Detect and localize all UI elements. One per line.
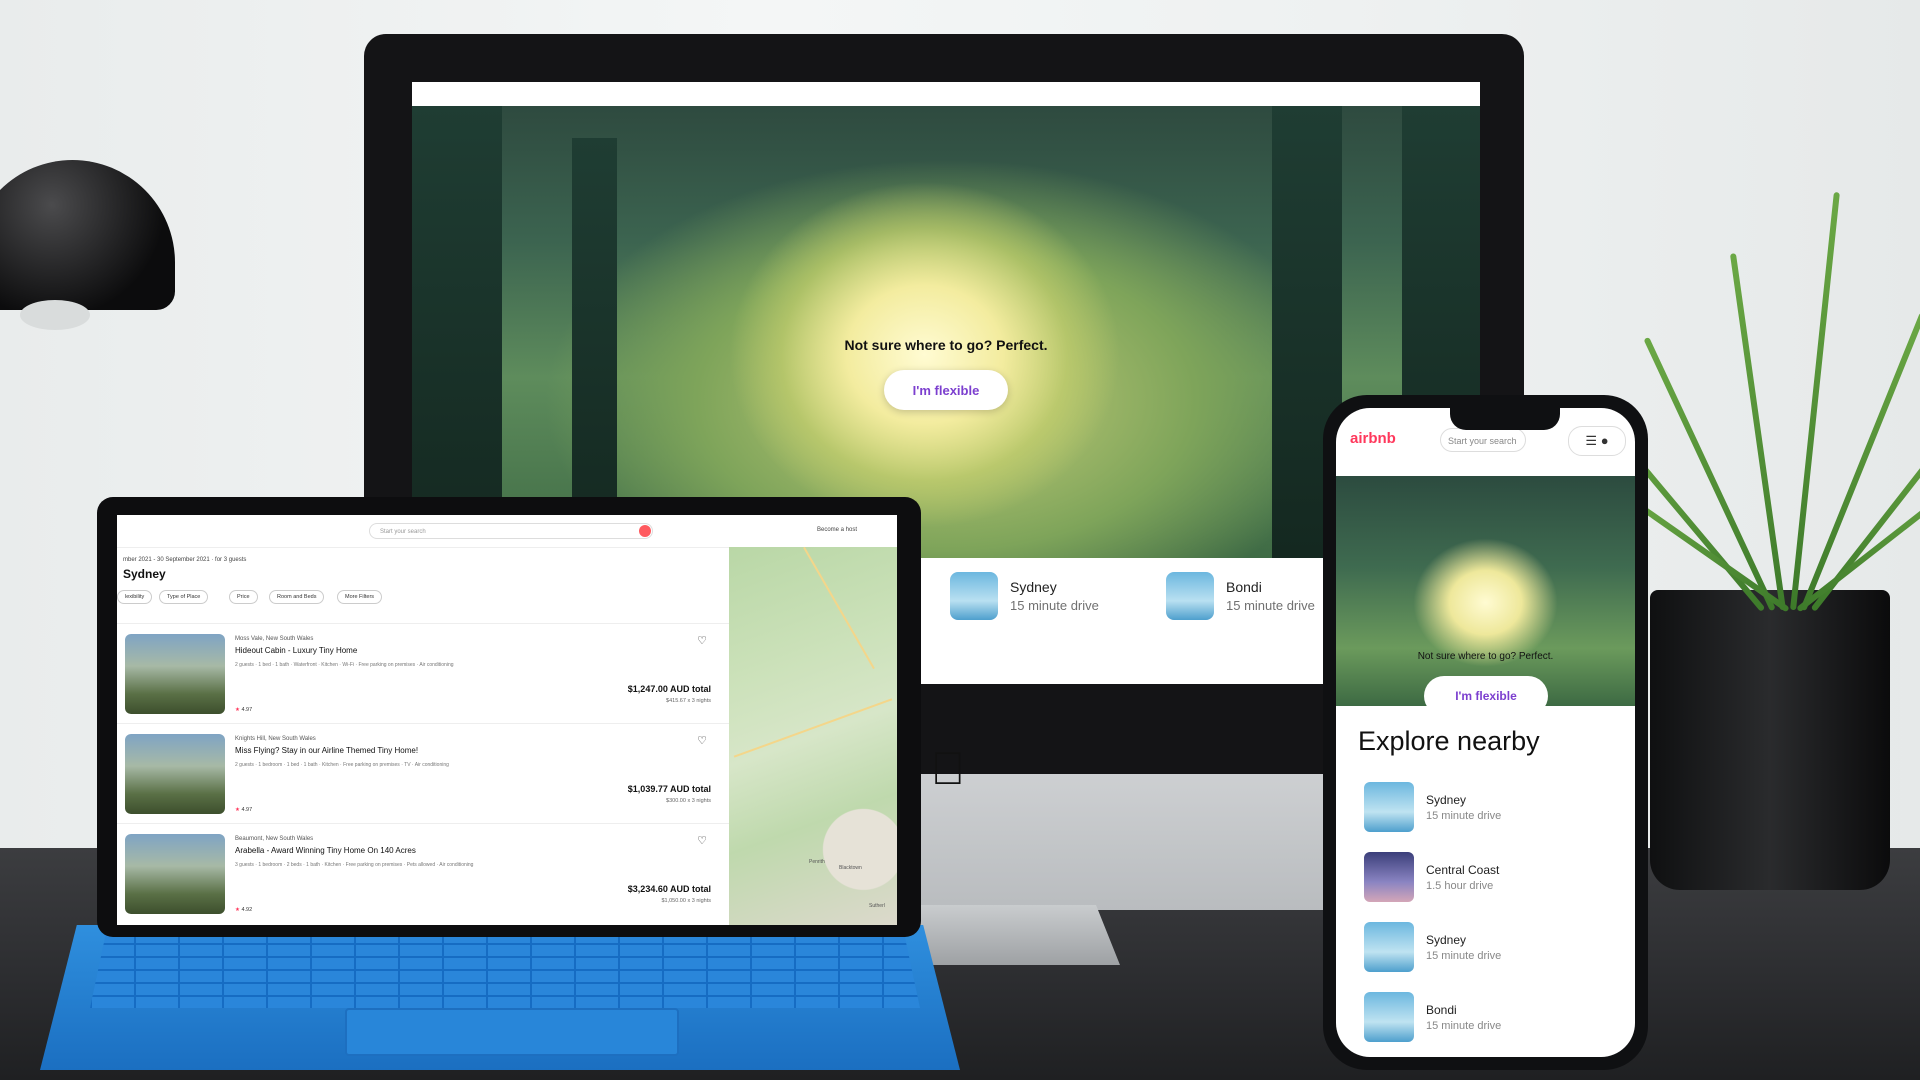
nearby-item[interactable]: Bondi 15 minute drive (1166, 572, 1315, 620)
plant-leaves (1600, 150, 1920, 613)
destination-name: Bondi (1426, 1002, 1457, 1017)
nearby-item[interactable]: Sydney 15 minute drive (1364, 922, 1501, 972)
hero-text: Not sure where to go? Perfect. (844, 337, 1048, 353)
tablet-header: Start your search Become a host (117, 515, 897, 548)
map-label: Sutherl (869, 903, 885, 909)
nearby-item[interactable]: Sydney 15 minute drive (1364, 782, 1501, 832)
filter-type-of-place[interactable]: Type of Place (159, 590, 209, 604)
destination-distance: 15 minute drive (1426, 1019, 1502, 1032)
listing-details: 3 guests · 1 bedroom · 2 beds · 1 bath ·… (235, 862, 474, 868)
listing-card[interactable]: Moss Vale, New South Wales Hideout Cabin… (117, 623, 729, 724)
listing-photo[interactable] (125, 734, 225, 814)
phone-screen: airbnb Start your search ☰ ● Not sure wh… (1336, 408, 1635, 1057)
keyboard-keys (90, 930, 920, 1008)
listing-rating: 4.97 (235, 807, 252, 813)
destination-thumbnail (1364, 782, 1414, 832)
plant-pot (1650, 590, 1890, 890)
destination-distance: 15 minute drive (1426, 809, 1502, 822)
destination-name: Sydney (1426, 932, 1467, 947)
imac-header (412, 82, 1480, 106)
nearby-item[interactable]: Sydney 15 minute drive (950, 572, 1099, 620)
destination-thumbnail (1364, 992, 1414, 1042)
destination-thumbnail (1166, 572, 1214, 620)
destination-distance: 1.5 hour drive (1426, 879, 1494, 892)
listing-nightly: $1,050.00 x 3 nights (661, 898, 711, 904)
listing-title[interactable]: Arabella - Award Winning Tiny Home On 14… (235, 846, 416, 855)
destination-thumbnail (1364, 922, 1414, 972)
listing-nightly: $415.67 x 3 nights (666, 698, 711, 704)
apple-logo-icon:  (928, 745, 968, 791)
map-label: Penrith (809, 859, 825, 865)
destination-distance: 15 minute drive (1226, 598, 1315, 613)
listing-location: Moss Vale, New South Wales (235, 636, 314, 642)
listing-location: Knights Hill, New South Wales (235, 736, 316, 742)
heart-icon[interactable]: ♡ (697, 834, 707, 847)
search-input[interactable]: Start your search (369, 523, 653, 539)
trackpad (345, 1008, 679, 1056)
listing-photo[interactable] (125, 834, 225, 914)
listing-card[interactable]: Beaumont, New South Wales Arabella - Awa… (117, 823, 729, 924)
filter-room-and-beds[interactable]: Room and Beds (269, 590, 325, 604)
destination-distance: 15 minute drive (1426, 949, 1502, 962)
phone-notch (1450, 400, 1560, 430)
explore-nearby-heading: Explore nearby (1358, 726, 1540, 756)
hero-banner (412, 106, 1480, 558)
listing-card[interactable]: Knights Hill, New South Wales Miss Flyin… (117, 723, 729, 824)
listing-nightly: $300.00 x 3 nights (666, 798, 711, 804)
user-icon: ● (1600, 433, 1609, 448)
listing-location: Beaumont, New South Wales (235, 836, 314, 842)
listing-photo[interactable] (125, 634, 225, 714)
nearby-item[interactable]: Central Coast 1.5 hour drive (1364, 852, 1499, 902)
listing-title[interactable]: Miss Flying? Stay in our Airline Themed … (235, 746, 418, 755)
im-flexible-button[interactable]: I'm flexible (884, 370, 1008, 410)
map-label: Blacktown (839, 865, 862, 871)
hero-text: Not sure where to go? Perfect. (1417, 651, 1554, 662)
search-icon[interactable] (639, 525, 651, 537)
listing-details: 2 guests · 1 bed · 1 bath · Waterfront ·… (235, 662, 454, 668)
search-dates: mber 2021 - 30 September 2021 · for 3 gu… (123, 557, 247, 563)
menu-icon: ☰ (1585, 433, 1598, 448)
lamp-bulb (20, 300, 90, 330)
results-map[interactable]: Penrith Blacktown Sutherl (729, 546, 897, 925)
listing-total: $1,039.77 AUD total (627, 784, 711, 794)
filter-flexibility[interactable]: lexibility (117, 590, 153, 604)
destination-name: Sydney (1010, 579, 1057, 595)
destination-name: Central Coast (1426, 862, 1500, 877)
hero-banner: Not sure where to go? Perfect. I'm flexi… (1336, 476, 1635, 716)
destination-distance: 15 minute drive (1010, 598, 1099, 613)
destination-name: Bondi (1226, 579, 1262, 595)
filter-price[interactable]: Price (229, 590, 258, 604)
heart-icon[interactable]: ♡ (697, 734, 707, 747)
listing-rating: 4.97 (235, 707, 252, 713)
listing-total: $3,234.60 AUD total (627, 884, 711, 894)
filter-more[interactable]: More Filters (337, 590, 383, 604)
listing-rating: 4.92 (235, 907, 252, 913)
user-menu-button[interactable]: ☰ ● (1568, 426, 1626, 456)
listing-total: $1,247.00 AUD total (627, 684, 711, 694)
search-input[interactable]: Start your search (1440, 428, 1526, 452)
listing-title[interactable]: Hideout Cabin - Luxury Tiny Home (235, 646, 357, 655)
tablet-screen: Start your search Become a host mber 202… (117, 515, 897, 925)
nearby-item[interactable]: Bondi 15 minute drive (1364, 992, 1501, 1042)
results-city: Sydney (123, 567, 166, 581)
listing-details: 2 guests · 1 bedroom · 1 bed · 1 bath · … (235, 762, 449, 768)
destination-thumbnail (950, 572, 998, 620)
destination-thumbnail (1364, 852, 1414, 902)
become-host-link[interactable]: Become a host (817, 527, 857, 533)
heart-icon[interactable]: ♡ (697, 634, 707, 647)
destination-name: Sydney (1426, 792, 1467, 807)
airbnb-logo-icon[interactable]: airbnb (1350, 430, 1396, 447)
im-flexible-button[interactable]: I'm flexible (1424, 676, 1548, 716)
